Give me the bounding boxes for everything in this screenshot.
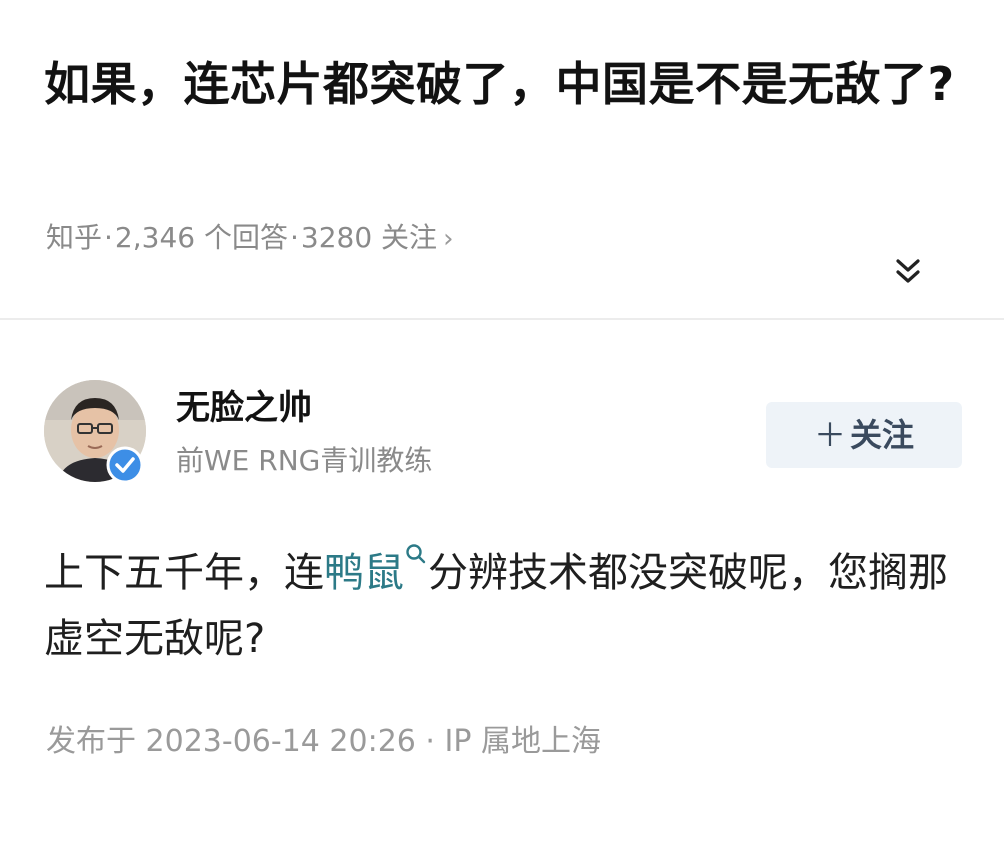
search-keyword-link[interactable]: 鸭鼠 [324, 550, 404, 596]
author-description: 前WE RNG青训教练 [176, 444, 433, 477]
follow-label: 关注 [850, 416, 915, 454]
question-meta[interactable]: 知乎·2,346 个回答·3280 关注 › [46, 218, 453, 259]
meta-separator: · [104, 221, 113, 254]
source-label: 知乎 [46, 221, 103, 254]
answer-page: 如果，连芯片都突破了，中国是不是无敌了? 知乎·2,346 个回答·3280 关… [0, 0, 1004, 852]
double-chevron-down-icon [896, 259, 920, 283]
answer-text: 上下五千年，连 [44, 550, 324, 596]
answer-count: 2,346 个回答 [114, 221, 288, 254]
search-icon[interactable] [404, 542, 428, 572]
author-name[interactable]: 无脸之帅 [176, 386, 312, 430]
follow-count: 3280 关注 [300, 221, 438, 254]
expand-question-button[interactable] [882, 250, 934, 294]
question-title[interactable]: 如果，连芯片都突破了，中国是不是无敌了? [44, 52, 964, 116]
follow-button[interactable]: ＋关注 [766, 402, 962, 468]
section-divider [0, 318, 1004, 320]
answer-content: 上下五千年，连鸭鼠 分辨技术都没突破呢，您搁那虚空无敌呢? [44, 540, 964, 672]
chevron-right-icon: › [443, 224, 454, 254]
publish-info: 发布于 2023-06-14 20:26 · IP 属地上海 [46, 724, 601, 759]
plus-icon: ＋ [813, 416, 846, 454]
question-header: 如果，连芯片都突破了，中国是不是无敌了? 知乎·2,346 个回答·3280 关… [0, 0, 1004, 318]
verified-badge-icon [106, 446, 144, 484]
author-card: 无脸之帅 前WE RNG青训教练 ＋关注 [0, 370, 1004, 490]
meta-separator: · [289, 221, 299, 254]
